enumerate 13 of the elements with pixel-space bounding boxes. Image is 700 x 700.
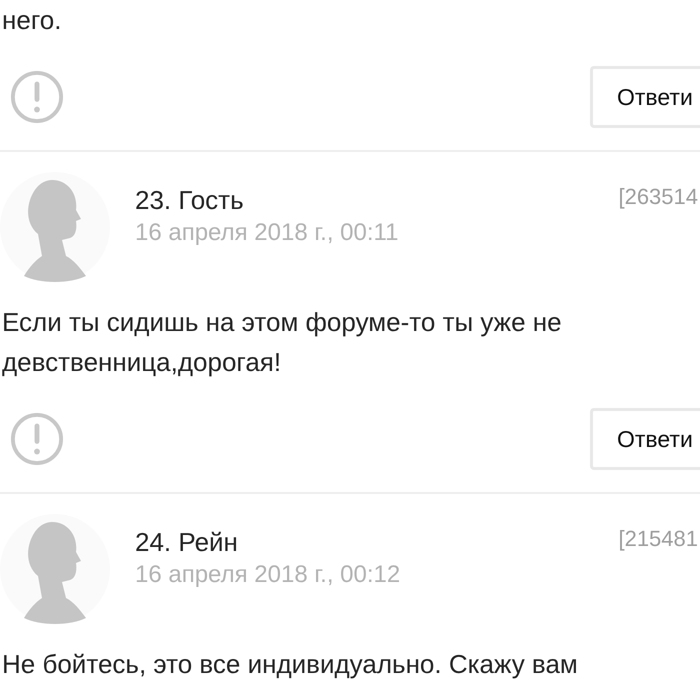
reply-button[interactable]: Ответи — [590, 408, 700, 470]
comment-text: него. — [2, 4, 62, 37]
author-name[interactable]: 23. Гость — [135, 184, 398, 216]
comment-text: Если ты сидишь на этом форуме-то ты уже не девственница,дорогая! — [2, 306, 563, 379]
post-date: 16 апреля 2018 г., 00:11 — [135, 218, 398, 248]
reply-button[interactable]: Ответи — [590, 66, 700, 128]
author-name[interactable]: 24. Рейн — [135, 526, 400, 558]
post-date: 16 апреля 2018 г., 00:12 — [135, 560, 400, 590]
report-icon[interactable] — [10, 70, 64, 124]
report-icon[interactable] — [10, 412, 64, 466]
post-number: [263514 — [618, 184, 699, 210]
comment-text: Не бойтесь, это все индивидуально. Скажу вам — [2, 648, 579, 681]
post-number: [215481 — [618, 526, 699, 552]
